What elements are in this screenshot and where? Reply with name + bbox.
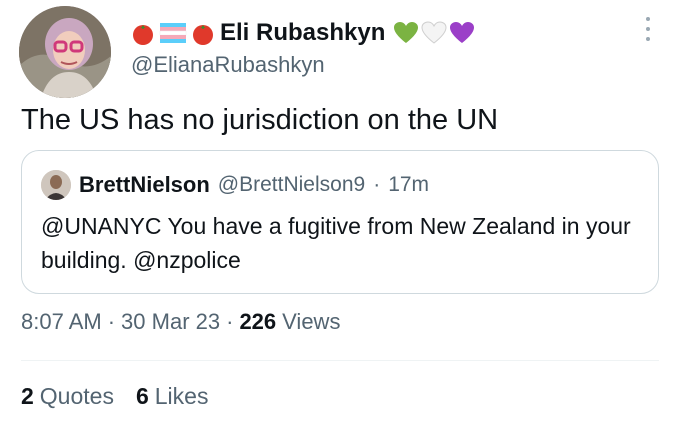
- transgender-flag-icon: [158, 22, 188, 44]
- tomato-icon: [190, 20, 216, 46]
- likes-count: 6: [135, 383, 149, 409]
- quoted-tweet[interactable]: BrettNielson @BrettNielson9 · 17m @UNANY…: [21, 150, 659, 294]
- quoted-timestamp[interactable]: 17m: [388, 173, 429, 197]
- quoted-separator: ·: [373, 173, 381, 196]
- white-heart-icon: [421, 21, 447, 45]
- quotes-count: 2: [21, 383, 34, 409]
- meta-separator: ·: [226, 309, 234, 334]
- likes-stat[interactable]: 6 Likes: [136, 383, 209, 410]
- quoted-tweet-text: @UNANYC You have a fugitive from New Zea…: [41, 213, 631, 273]
- views-label: Views: [282, 309, 341, 334]
- purple-heart-icon: [449, 21, 475, 45]
- quoted-author-avatar[interactable]: [41, 170, 71, 200]
- quotes-stat[interactable]: 2 Quotes: [21, 383, 114, 410]
- engagement-stats: 2 Quotes 6 Likes: [21, 383, 208, 410]
- tomato-icon: [130, 20, 156, 46]
- tweet-meta: 8:07 AM · 30 Mar 23 · 226 Views: [21, 309, 340, 335]
- tweet-date[interactable]: 30 Mar 23: [121, 309, 220, 335]
- views-count: 226: [239, 309, 277, 334]
- author-name-row[interactable]: Eli Rubashkyn: [130, 14, 475, 52]
- tweet-text: The US has no jurisdiction on the UN: [21, 104, 499, 136]
- meta-separator: ·: [107, 309, 116, 334]
- quoted-tweet-header: BrettNielson @BrettNielson9 · 17m: [41, 170, 429, 200]
- quoted-display-name[interactable]: BrettNielson: [79, 172, 210, 198]
- author-avatar[interactable]: [19, 6, 111, 98]
- tweet-time[interactable]: 8:07 AM: [21, 309, 102, 335]
- divider: [21, 360, 659, 361]
- author-display-name[interactable]: Eli Rubashkyn: [220, 19, 385, 47]
- author-handle[interactable]: @ElianaRubashkyn: [131, 52, 325, 78]
- quotes-label: Quotes: [39, 383, 114, 409]
- more-options-icon[interactable]: [640, 17, 656, 41]
- likes-label: Likes: [154, 383, 209, 409]
- quoted-handle[interactable]: @BrettNielson9: [218, 173, 365, 197]
- green-heart-icon: [393, 21, 419, 45]
- avatar-image: [19, 6, 111, 98]
- tweet: Eli Rubashkyn @ElianaRubashkyn The US ha…: [0, 0, 680, 431]
